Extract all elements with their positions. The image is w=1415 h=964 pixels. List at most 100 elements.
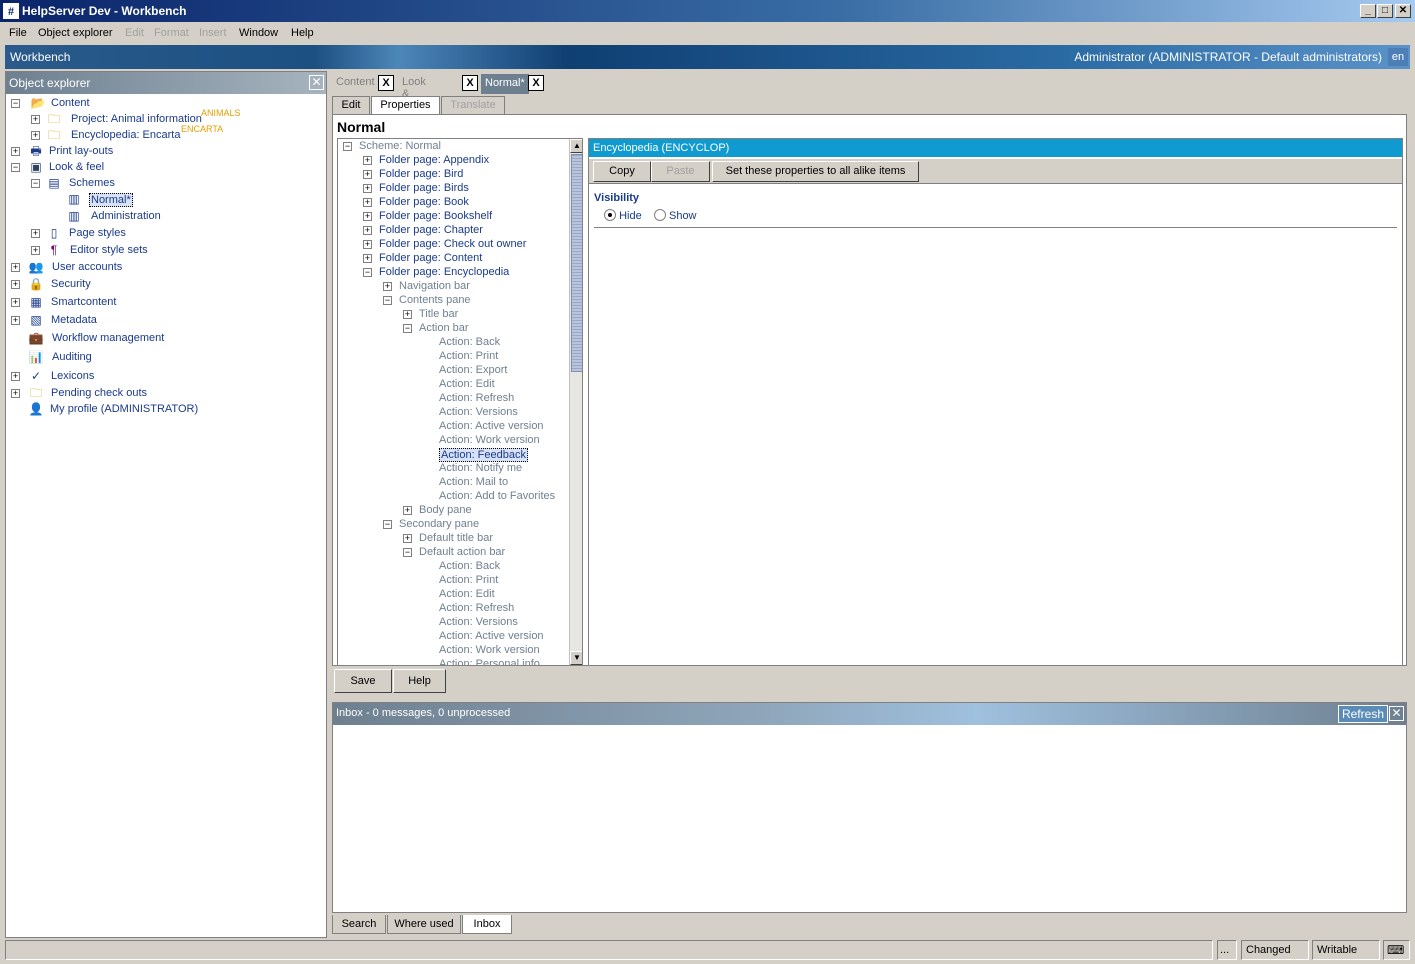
close-tab-look-feel-button[interactable]: X [462, 75, 478, 91]
scheme-icon: ▥ [68, 209, 80, 223]
expand-icon[interactable]: + [31, 229, 40, 238]
expand-icon[interactable]: + [403, 310, 412, 319]
menu-help[interactable]: Help [291, 27, 314, 39]
metadata-icon: ▧ [30, 313, 42, 327]
keyboard-icon: ⌨ [1383, 940, 1410, 960]
schemes-icon: ▤ [48, 176, 60, 190]
minimize-button[interactable]: _ [1360, 4, 1376, 18]
window-titlebar: # HelpServer Dev - Workbench _ □ ✕ [0, 0, 1415, 22]
smartcontent-icon: ▦ [30, 295, 42, 309]
tab-content[interactable]: Content [336, 76, 375, 96]
tree-scrollbar[interactable]: ▲ ▼ [569, 139, 582, 665]
save-button[interactable]: Save [334, 669, 392, 693]
expand-icon[interactable]: + [31, 131, 40, 140]
expand-icon[interactable]: + [11, 298, 20, 307]
menu-edit[interactable]: Edit [125, 27, 144, 39]
workbench-banner: Workbench Administrator (ADMINISTRATOR -… [5, 45, 1410, 69]
spellcheck-icon: ✓ [30, 369, 42, 383]
expand-icon[interactable]: + [11, 280, 20, 289]
expand-icon[interactable]: + [363, 254, 372, 263]
copy-button[interactable]: Copy [593, 161, 651, 182]
tab-look-feel[interactable]: Look & feel [402, 76, 426, 112]
expand-icon[interactable]: + [11, 147, 20, 156]
tab-inbox[interactable]: Inbox [462, 915, 512, 934]
collapse-icon[interactable]: − [383, 520, 392, 529]
hide-label: Hide [619, 210, 642, 222]
scheme-icon: ▥ [68, 192, 80, 206]
close-window-button[interactable]: ✕ [1395, 4, 1411, 18]
app-icon: # [3, 3, 19, 19]
expand-icon[interactable]: + [11, 263, 20, 272]
expand-icon[interactable]: + [363, 184, 372, 193]
collapse-icon[interactable]: − [31, 179, 40, 188]
collapse-icon[interactable]: − [11, 99, 20, 108]
page-title: Normal [337, 119, 386, 135]
set-all-alike-button[interactable]: Set these properties to all alike items [712, 161, 919, 182]
tab-edit[interactable]: Edit [332, 96, 370, 114]
language-button[interactable]: en [1388, 48, 1408, 66]
close-tab-normal-button[interactable]: X [528, 75, 544, 91]
close-tab-content-button[interactable]: X [378, 75, 394, 91]
expand-icon[interactable]: + [11, 389, 20, 398]
printer-icon: 🖶 [30, 144, 42, 158]
visibility-radio-group: Hide Show [604, 209, 697, 222]
expand-icon[interactable]: + [363, 198, 372, 207]
close-icon[interactable]: ✕ [309, 75, 324, 90]
collapse-icon[interactable]: − [11, 163, 20, 172]
menu-format[interactable]: Format [154, 27, 189, 39]
scroll-thumb[interactable] [571, 154, 582, 372]
expand-icon[interactable]: + [11, 316, 20, 325]
style-set-icon: ¶ [50, 243, 58, 257]
expand-icon[interactable]: + [363, 212, 372, 221]
tab-normal[interactable]: Normal* [481, 74, 529, 94]
scroll-up-icon[interactable]: ▲ [570, 139, 582, 153]
project-folder-icon: 🗀 [47, 112, 60, 126]
paste-button[interactable]: Paste [651, 161, 710, 182]
menu-window[interactable]: Window [239, 27, 278, 39]
tab-where-used[interactable]: Where used [387, 915, 461, 934]
close-icon[interactable]: ✕ [1389, 706, 1404, 721]
tab-translate[interactable]: Translate [441, 96, 505, 114]
expand-icon[interactable]: + [363, 226, 372, 235]
menu-insert[interactable]: Insert [199, 27, 227, 39]
collapse-icon[interactable]: − [343, 142, 352, 151]
show-radio[interactable] [653, 209, 666, 221]
expand-icon[interactable]: + [31, 115, 40, 124]
status-message [5, 940, 1213, 960]
menubar: File Object explorer Edit Format Insert … [0, 22, 1415, 44]
current-user-label: Administrator (ADMINISTRATOR - Default a… [1074, 50, 1382, 64]
properties-toolbar: Copy Paste Set these properties to all a… [589, 159, 1402, 184]
expand-icon[interactable]: + [363, 240, 372, 249]
workbench-label: Workbench [10, 50, 71, 64]
status-bar: ... Changed Writable ⌨ [5, 940, 1410, 960]
hide-radio[interactable] [604, 209, 616, 221]
object-explorer-panel: Object explorer ✕ − 📂 Content + 🗀 Project: A… [5, 71, 327, 938]
expand-icon[interactable]: + [31, 246, 40, 255]
editor-button-bar: Save Help [332, 666, 1407, 696]
scroll-down-icon[interactable]: ▼ [570, 651, 582, 665]
collapse-icon[interactable]: − [383, 296, 392, 305]
collapse-icon[interactable]: − [403, 548, 412, 557]
inbox-header: Inbox - 0 messages, 0 unprocessed Refres… [333, 703, 1406, 725]
collapse-icon[interactable]: − [403, 324, 412, 333]
expand-icon[interactable]: + [383, 282, 392, 291]
expand-icon[interactable]: + [363, 170, 372, 179]
status-changed: Changed [1241, 940, 1309, 960]
menu-object-explorer[interactable]: Object explorer [38, 27, 113, 39]
expand-icon[interactable]: + [403, 534, 412, 543]
help-button[interactable]: Help [393, 669, 446, 693]
expand-icon[interactable]: + [363, 156, 372, 165]
tab-properties[interactable]: Properties [371, 96, 440, 115]
maximize-button[interactable]: □ [1377, 4, 1393, 18]
collapse-icon[interactable]: − [363, 268, 372, 277]
status-more-button[interactable]: ... [1217, 940, 1237, 960]
object-explorer-title: Object explorer [9, 76, 91, 90]
expand-icon[interactable]: + [11, 372, 20, 381]
expand-icon[interactable]: + [403, 506, 412, 515]
properties-header: Encyclopedia (ENCYCLOP) [589, 139, 1402, 157]
scheme-tree: − Scheme: Normal + Folder page: Appendix +… [337, 138, 583, 666]
window-title: HelpServer Dev - Workbench [22, 4, 187, 18]
tab-search[interactable]: Search [332, 915, 386, 934]
menu-file[interactable]: File [9, 27, 27, 39]
refresh-button[interactable]: Refresh [1337, 705, 1388, 723]
